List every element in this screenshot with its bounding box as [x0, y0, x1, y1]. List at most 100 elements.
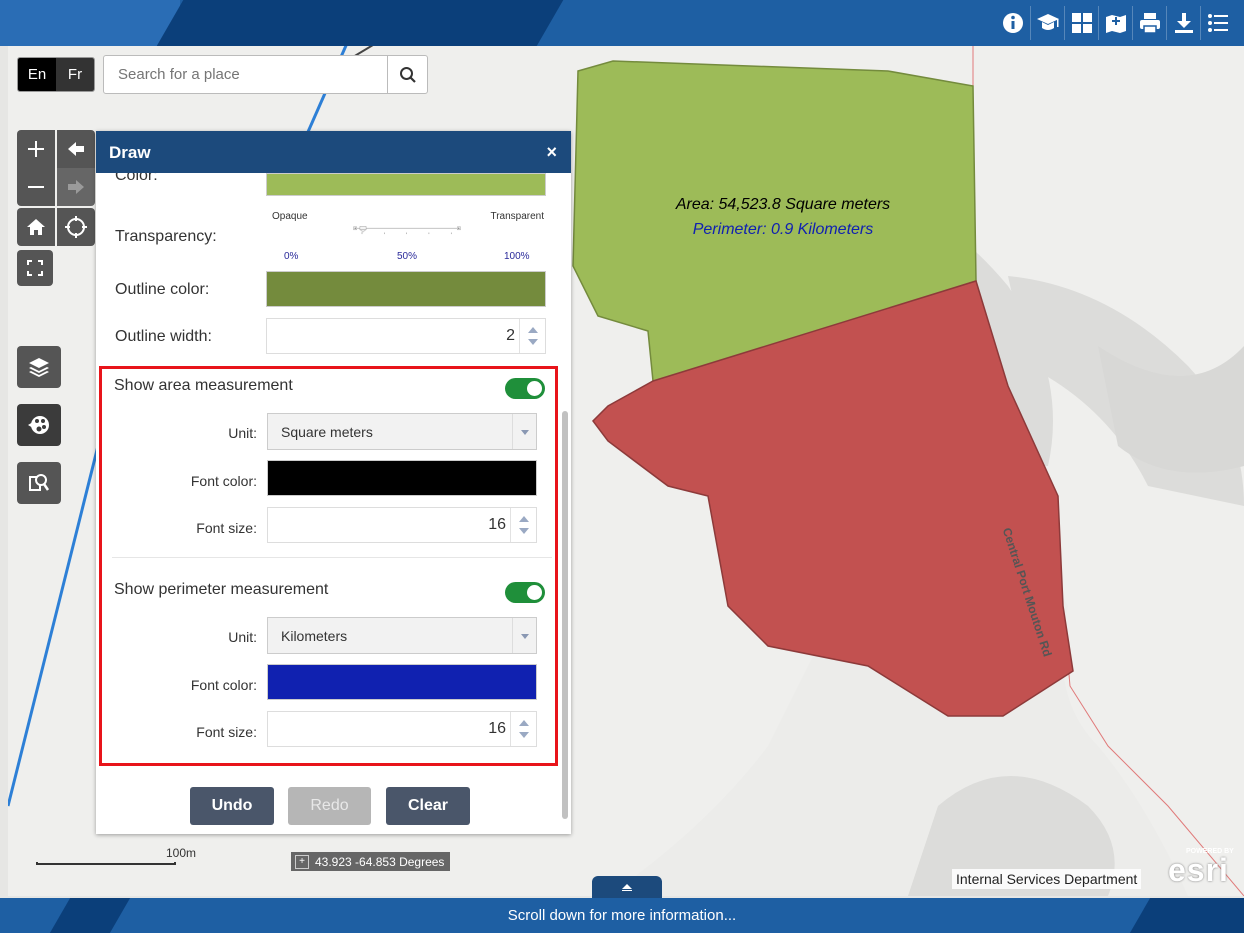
undo-button[interactable]: Undo	[190, 787, 274, 825]
perimeter-unit-label: Unit:	[228, 629, 257, 645]
transparency-tick-50: 50%	[397, 251, 418, 262]
info-icon[interactable]	[996, 6, 1030, 40]
chevron-up-icon	[622, 884, 632, 891]
perimeter-measurement-toggle[interactable]	[505, 582, 545, 603]
minus-icon	[28, 186, 44, 188]
area-measurement-toggle[interactable]	[505, 378, 545, 399]
scroll-hint: Scroll down for more information...	[507, 907, 737, 924]
home-icon	[27, 219, 45, 235]
perimeter-font-size-label: Font size:	[196, 724, 257, 740]
layers-icon	[29, 358, 49, 377]
perimeter-font-size-value: 16	[488, 720, 506, 737]
dropdown-arrow-icon	[512, 414, 536, 449]
home-button[interactable]	[17, 208, 55, 246]
transparency-slider[interactable]: Opaque Transparent 0% 50% 100%	[268, 211, 546, 263]
fill-color-swatch[interactable]	[266, 173, 546, 196]
area-unit-label: Unit:	[228, 425, 257, 441]
outline-width-stepper[interactable]: 2	[266, 318, 546, 354]
locate-button[interactable]	[57, 208, 95, 246]
language-en-button[interactable]: En	[18, 58, 56, 91]
chevron-up-icon[interactable]	[519, 516, 529, 522]
zoom-out-button[interactable]	[17, 168, 55, 206]
area-font-size-label: Font size:	[196, 520, 257, 536]
coordinates-value: 43.923 -64.853 Degrees	[315, 854, 445, 869]
header-accent	[0, 0, 180, 46]
plus-icon	[28, 141, 44, 157]
draw-tool-button[interactable]	[17, 404, 61, 446]
area-font-size-stepper[interactable]: 16	[267, 507, 537, 543]
chevron-up-icon[interactable]	[528, 327, 538, 333]
place-search	[103, 55, 428, 94]
expand-panel-tab[interactable]	[592, 876, 662, 898]
next-extent-button[interactable]	[57, 168, 95, 206]
redo-button[interactable]: Redo	[288, 787, 371, 825]
query-tool-button[interactable]	[17, 462, 61, 504]
search-icon	[399, 66, 416, 83]
outline-width-spinner[interactable]	[519, 319, 545, 353]
fullscreen-icon	[27, 260, 43, 276]
previous-extent-button[interactable]	[57, 130, 95, 168]
color-label: Color:	[115, 173, 158, 184]
header-stripe	[156, 0, 564, 46]
perimeter-font-color-swatch[interactable]	[267, 664, 537, 700]
show-perimeter-label: Show perimeter measurement	[114, 581, 329, 598]
chevron-up-icon[interactable]	[519, 720, 529, 726]
fullscreen-button[interactable]	[17, 250, 53, 286]
scale-bar-line	[36, 862, 176, 865]
outline-color-swatch[interactable]	[266, 271, 546, 307]
graduation-cap-icon[interactable]	[1030, 6, 1064, 40]
transparency-transparent-label: Transparent	[490, 211, 544, 222]
perimeter-font-color-label: Font color:	[190, 677, 257, 693]
scrollbar-thumb[interactable]	[562, 411, 568, 819]
chevron-down-icon[interactable]	[519, 528, 529, 534]
list-icon[interactable]	[1200, 6, 1234, 40]
scale-bar-label: 100m	[166, 846, 197, 860]
search-button[interactable]	[387, 56, 427, 93]
layers-button[interactable]	[17, 346, 61, 388]
area-unit-select[interactable]: Square meters	[267, 413, 537, 450]
chevron-down-icon[interactable]	[519, 732, 529, 738]
draw-panel-header: Draw ×	[96, 131, 571, 173]
add-map-icon[interactable]	[1098, 6, 1132, 40]
esri-logo: POWERED BY esri	[1164, 842, 1240, 888]
section-divider	[112, 557, 552, 558]
chevron-down-icon[interactable]	[528, 339, 538, 345]
transparency-track	[353, 226, 461, 235]
zoom-in-button[interactable]	[17, 130, 55, 168]
draw-panel-title: Draw	[109, 143, 151, 162]
clear-button[interactable]: Clear	[386, 787, 470, 825]
header-toolbar	[996, 6, 1234, 40]
header-bar	[0, 0, 1244, 46]
draw-panel-body: Color: Transparency: Opaque Transparent …	[96, 173, 561, 834]
grid-icon[interactable]	[1064, 6, 1098, 40]
area-font-size-value: 16	[488, 516, 506, 533]
close-icon[interactable]: ×	[546, 142, 557, 163]
transparency-label: Transparency:	[115, 228, 217, 245]
arrow-right-icon	[68, 180, 84, 194]
perimeter-measurement-label: Perimeter: 0.9 Kilometers	[692, 221, 874, 238]
area-font-size-spinner[interactable]	[510, 508, 536, 542]
coordinates-readout[interactable]: + 43.923 -64.853 Degrees	[291, 852, 451, 871]
search-input[interactable]	[104, 56, 388, 93]
esri-wordmark: esri	[1168, 852, 1229, 888]
outline-width-label: Outline width:	[115, 328, 212, 345]
crosshair-icon: +	[295, 854, 309, 869]
outline-color-label: Outline color:	[115, 281, 210, 298]
perimeter-font-size-stepper[interactable]: 16	[267, 711, 537, 747]
dropdown-arrow-icon	[512, 618, 536, 653]
area-unit-value: Square meters	[281, 423, 373, 440]
language-fr-button[interactable]: Fr	[56, 58, 94, 91]
language-switch: En Fr	[17, 57, 95, 92]
panel-scrollbar[interactable]	[562, 175, 568, 830]
footer-bar[interactable]: Scroll down for more information...	[0, 898, 1244, 933]
measurement-options: Show area measurement Unit: Square meter…	[99, 366, 558, 766]
map-attribution: Internal Services Department	[952, 869, 1142, 889]
print-icon[interactable]	[1132, 6, 1166, 40]
area-font-color-swatch[interactable]	[267, 460, 537, 496]
perimeter-font-size-spinner[interactable]	[510, 712, 536, 746]
download-icon[interactable]	[1166, 6, 1200, 40]
arrow-left-icon	[68, 142, 84, 156]
perimeter-unit-select[interactable]: Kilometers	[267, 617, 537, 654]
document-search-icon	[29, 474, 50, 491]
draw-panel: Draw × Color: Transparency: Opaque Trans…	[96, 131, 571, 834]
